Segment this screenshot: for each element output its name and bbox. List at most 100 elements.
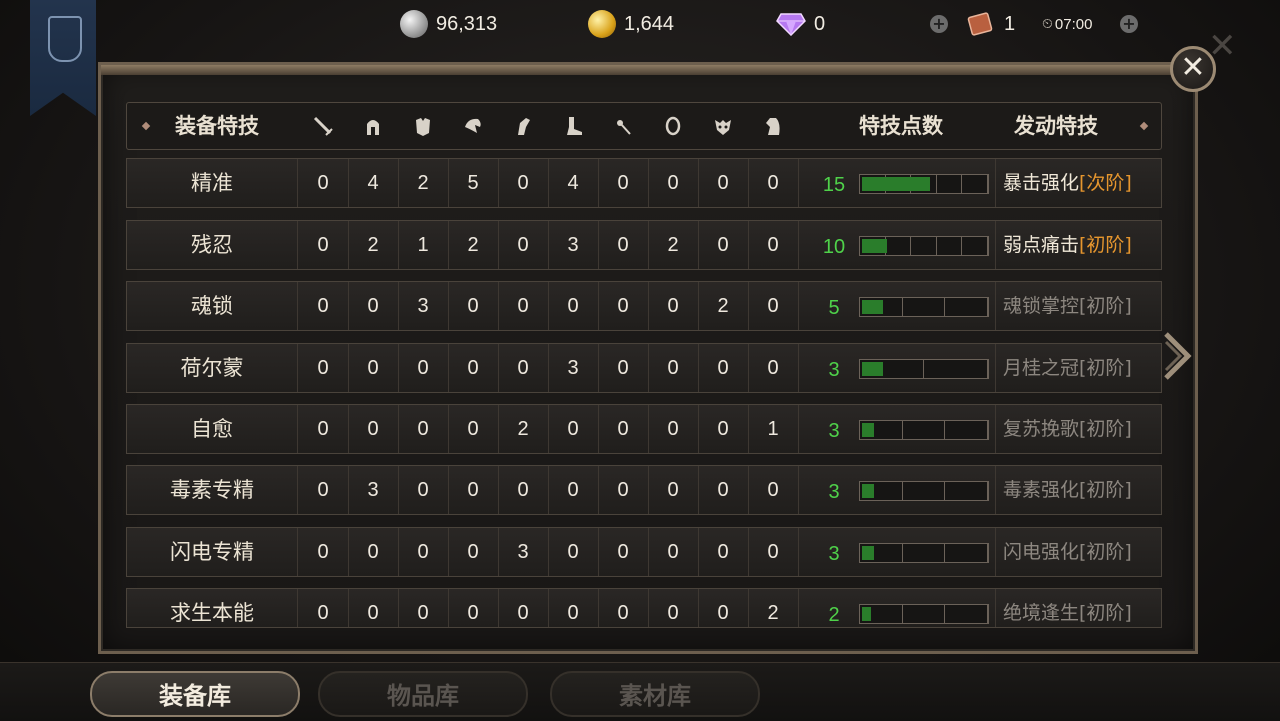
- skill-points: 5: [828, 297, 840, 319]
- silver-coin-icon: [400, 10, 428, 38]
- ornament-diamond-icon: [1139, 121, 1149, 131]
- skill-points: 10: [822, 236, 846, 258]
- points-progress-bar: [859, 359, 989, 379]
- inactive-skill: 复苏挽歌[初阶]: [1003, 418, 1132, 440]
- table-row[interactable]: 自愈 0 0 0 0 2 0 0 0 0 1 3 复苏挽歌[初阶]: [126, 404, 1162, 454]
- sword-icon: [312, 115, 334, 137]
- slot-value: 0: [517, 234, 529, 256]
- horse-icon: [762, 115, 784, 137]
- slot-value: 0: [317, 357, 329, 379]
- slot-value: 0: [317, 172, 329, 194]
- slot-value: 0: [417, 357, 429, 379]
- points-progress-fill: [862, 607, 871, 621]
- table-row[interactable]: 求生本能 0 0 0 0 0 0 0 0 0 2 2 绝境逢生[初阶]: [126, 588, 1162, 628]
- slot-value: 0: [667, 295, 679, 317]
- close-button[interactable]: ✕: [1170, 46, 1216, 92]
- slot-value: 0: [717, 602, 729, 624]
- gold-coin-icon: [588, 10, 616, 38]
- slot-value: 4: [367, 172, 379, 194]
- bottom-tab-0[interactable]: 装备库: [90, 671, 300, 717]
- slot-value: 0: [717, 418, 729, 440]
- skill-points: 3: [828, 359, 840, 381]
- slot-value: 0: [417, 479, 429, 501]
- slot-value: 2: [367, 234, 379, 256]
- slot-value: 0: [467, 418, 479, 440]
- ticket-resource: 1: [966, 8, 1015, 40]
- points-progress-fill: [862, 239, 887, 253]
- top-resource-bar: 96,313 1,644 0 + 1 ⏲ 07:00 +: [0, 0, 1280, 48]
- timer-display: ⏲ 07:00: [1042, 8, 1092, 40]
- slot-value: 0: [467, 357, 479, 379]
- slot-value: 2: [767, 602, 779, 624]
- points-progress-bar: [859, 604, 989, 624]
- slot-value: 0: [517, 602, 529, 624]
- slot-value: 0: [317, 295, 329, 317]
- table-row[interactable]: 闪电专精 0 0 0 0 3 0 0 0 0 0 3 闪电强化[初阶]: [126, 527, 1162, 577]
- inactive-skill: 毒素强化[初阶]: [1003, 479, 1132, 501]
- gem-resource: 0: [776, 8, 825, 40]
- slot-value: 0: [667, 357, 679, 379]
- slot-value: 0: [517, 357, 529, 379]
- bottom-tab-2[interactable]: 素材库: [550, 671, 760, 717]
- slot-value: 0: [567, 418, 579, 440]
- active-skill: 暴击强化[次阶]: [997, 159, 1161, 207]
- ticket-plus-button[interactable]: +: [1120, 8, 1138, 40]
- slot-value: 0: [367, 602, 379, 624]
- table-row[interactable]: 毒素专精 0 3 0 0 0 0 0 0 0 0 3 毒素强化[初阶]: [126, 465, 1162, 515]
- slot-value: 0: [767, 295, 779, 317]
- slot-value: 0: [367, 541, 379, 563]
- next-page-arrow-icon[interactable]: [1162, 330, 1194, 382]
- points-progress-fill: [862, 362, 883, 376]
- ticket-icon: [967, 12, 993, 36]
- slot-value: 0: [617, 234, 629, 256]
- chest-armor-icon: [412, 115, 434, 137]
- slot-value: 0: [667, 418, 679, 440]
- points-progress-fill: [862, 423, 874, 437]
- active-skill: 弱点痛击[初阶]: [997, 221, 1161, 269]
- slot-value: 0: [667, 602, 679, 624]
- slot-value: 0: [617, 602, 629, 624]
- table-row[interactable]: 精准 0 4 2 5 0 4 0 0 0 0 15 暴击强化[次阶]: [126, 158, 1162, 208]
- inactive-skill: 绝境逢生[初阶]: [1003, 602, 1132, 624]
- inactive-skill: 月桂之冠[初阶]: [1003, 357, 1132, 379]
- slot-value: 0: [717, 541, 729, 563]
- skill-points: 3: [828, 543, 840, 565]
- table-row[interactable]: 魂锁 0 0 3 0 0 0 0 0 2 0 5 魂锁掌控[初阶]: [126, 281, 1162, 331]
- bottom-tab-1[interactable]: 物品库: [318, 671, 528, 717]
- slot-value: 0: [767, 234, 779, 256]
- points-progress-fill: [862, 484, 874, 498]
- slot-value: 2: [667, 234, 679, 256]
- slot-value: 3: [417, 295, 429, 317]
- skill-points: 3: [828, 481, 840, 503]
- skill-name: 魂锁: [191, 294, 233, 318]
- points-progress-fill: [862, 177, 930, 191]
- table-row[interactable]: 残忍 0 2 1 2 0 3 0 2 0 0 10 弱点痛击[初阶]: [126, 220, 1162, 270]
- slot-value: 0: [617, 479, 629, 501]
- pauldron-icon: [462, 115, 484, 137]
- slot-value: 0: [767, 357, 779, 379]
- slot-value: 0: [567, 541, 579, 563]
- slot-value: 4: [567, 172, 579, 194]
- plus-icon: +: [1120, 15, 1138, 33]
- header-points: 特技点数: [859, 114, 943, 138]
- slot-value: 0: [667, 541, 679, 563]
- skill-name: 求生本能: [170, 601, 254, 625]
- slot-value: 3: [517, 541, 529, 563]
- bottom-tab-bar: 装备库 物品库 素材库: [0, 662, 1280, 721]
- slot-value: 0: [467, 295, 479, 317]
- slot-value: 0: [567, 295, 579, 317]
- table-header: 装备特技 特技点数 发动特技: [126, 102, 1162, 150]
- skill-name: 自愈: [191, 417, 233, 441]
- slot-value: 0: [617, 541, 629, 563]
- points-progress-bar: [859, 420, 989, 440]
- slot-value: 2: [517, 418, 529, 440]
- active-skill-label: 弱点痛击: [1003, 234, 1080, 256]
- table-row[interactable]: 荷尔蒙 0 0 0 0 0 3 0 0 0 0 3 月桂之冠[初阶]: [126, 343, 1162, 393]
- amulet-icon: [662, 115, 684, 137]
- weapon-flower-icon: [612, 115, 634, 137]
- points-progress-bar: [859, 543, 989, 563]
- slot-value: 0: [717, 479, 729, 501]
- gem-plus-button[interactable]: +: [930, 8, 948, 40]
- clock-icon: ⏲: [1042, 16, 1053, 32]
- gold-amount: 1,644: [624, 12, 675, 35]
